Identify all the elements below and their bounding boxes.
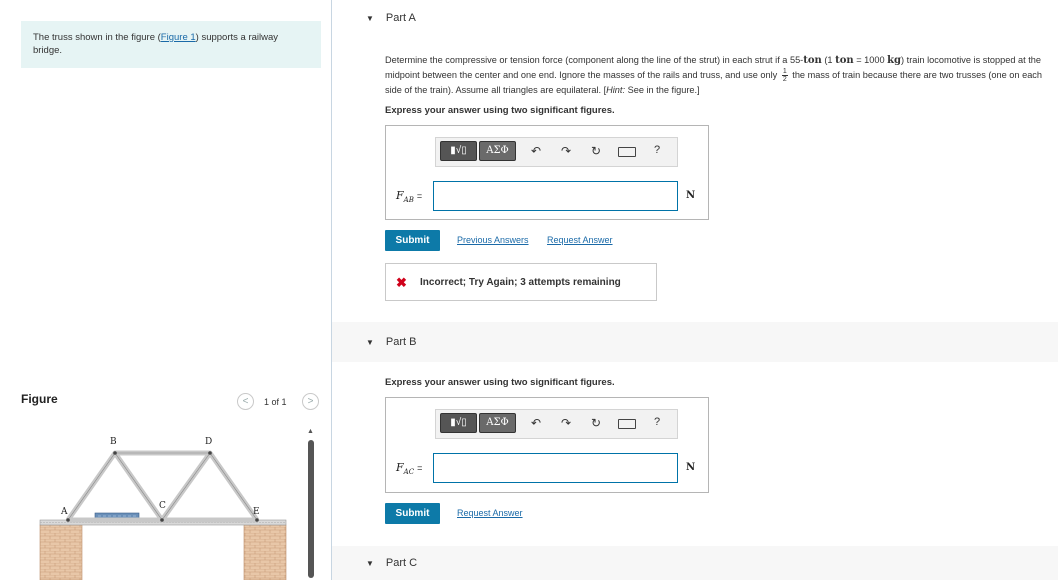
part-b-instruction: Express your answer using two significan… (385, 377, 615, 388)
label-e: E (253, 507, 260, 517)
left-pier (39, 524, 83, 580)
undo-icon[interactable]: ↶ (531, 144, 541, 158)
feedback-message: Incorrect; Try Again; 3 attempts remaini… (420, 277, 621, 288)
part-b-header[interactable]: ▼ Part B (366, 336, 417, 348)
figure-scrollbar[interactable] (308, 440, 314, 578)
part-b-answer-box: ▮√▯ ΑΣΦ ↶ ↷ ↻ ? FAC = N (385, 397, 709, 493)
part-a-instruction: Express your answer using two significan… (385, 105, 615, 116)
templates-button[interactable]: ▮√▯ (440, 141, 477, 161)
reset-icon[interactable]: ↻ (591, 144, 601, 158)
caret-down-icon: ▼ (366, 14, 374, 23)
part-c-header-band (332, 546, 1058, 580)
fab-answer-input[interactable] (433, 181, 678, 211)
previous-answers-link[interactable]: Previous Answers (457, 235, 529, 245)
variable-subscript: AB (403, 196, 414, 205)
figure-title: Figure (21, 392, 58, 406)
equals-sign: = (417, 463, 423, 473)
problem-statement: The truss shown in the figure (Figure 1)… (21, 21, 321, 68)
label-d: D (205, 437, 212, 447)
unit-label: N (686, 462, 696, 473)
submit-button-part-b[interactable]: Submit (385, 503, 440, 524)
redo-icon[interactable]: ↷ (561, 144, 571, 158)
hint-label: Hint: (606, 85, 626, 96)
chevron-right-icon: > (307, 396, 314, 407)
math-toolbar: ▮√▯ ΑΣΦ ↶ ↷ ↻ ? (435, 137, 678, 167)
label-b: B (110, 437, 117, 447)
fraction-one-half: 12 (781, 68, 788, 84)
question-text: Determine the compressive or tension for… (385, 55, 804, 65)
chevron-left-icon: < (242, 396, 249, 407)
caret-down-icon: ▼ (366, 338, 374, 347)
scroll-up-arrow-icon[interactable]: ▲ (307, 428, 314, 435)
greek-symbols-button[interactable]: ΑΣΦ (479, 141, 516, 161)
redo-icon[interactable]: ↷ (561, 416, 571, 430)
previous-figure-button[interactable]: < (237, 393, 254, 410)
request-answer-link-part-a[interactable]: Request Answer (547, 235, 613, 245)
joint-e (255, 518, 259, 522)
variable-symbol: F (396, 461, 404, 474)
joint-c (160, 518, 164, 522)
part-a-title: Part A (385, 12, 416, 24)
part-a-header[interactable]: ▼ Part A (366, 12, 416, 24)
figure-counter: 1 of 1 (264, 397, 287, 407)
part-c-title: Part C (385, 557, 418, 569)
variable-label-fab: FAB = (396, 189, 422, 204)
part-a-question: Determine the compressive or tension for… (385, 53, 1050, 98)
part-c-header[interactable]: ▼ Part C (366, 557, 417, 569)
question-text: (1 (821, 55, 836, 65)
reset-icon[interactable]: ↻ (591, 416, 601, 430)
label-a: A (60, 507, 68, 517)
unit-label: N (686, 190, 696, 201)
submit-button-part-a[interactable]: Submit (385, 230, 440, 251)
part-b-header-band (332, 322, 1058, 362)
variable-subscript: AC (403, 468, 415, 477)
variable-label-fac: FAC = (396, 461, 422, 476)
help-icon[interactable]: ? (654, 144, 660, 156)
problem-text-before: The truss shown in the figure ( (33, 32, 161, 43)
math-toolbar: ▮√▯ ΑΣΦ ↶ ↷ ↻ ? (435, 409, 678, 439)
label-c: C (159, 501, 166, 511)
keyboard-icon[interactable] (618, 147, 636, 157)
unit-kg: kg (887, 55, 902, 66)
fac-answer-input[interactable] (433, 453, 678, 483)
question-text: = 1000 (853, 55, 888, 65)
undo-icon[interactable]: ↶ (531, 416, 541, 430)
joint-a (66, 518, 70, 522)
part-b-title: Part B (385, 336, 417, 348)
joint-b (113, 451, 117, 455)
keyboard-icon[interactable] (618, 419, 636, 429)
left-panel: The truss shown in the figure (Figure 1)… (0, 0, 332, 580)
templates-button[interactable]: ▮√▯ (440, 413, 477, 433)
part-a-answer-box: ▮√▯ ΑΣΦ ↶ ↷ ↻ ? FAB = N (385, 125, 709, 220)
fraction-numerator: 1 (781, 68, 788, 77)
feedback-box: ✖ Incorrect; Try Again; 3 attempts remai… (385, 263, 657, 301)
question-text: See in the figure.] (625, 85, 700, 96)
greek-symbols-button[interactable]: ΑΣΦ (479, 413, 516, 433)
unit-ton: ton (835, 55, 854, 66)
truss-figure: A B C D E (39, 437, 287, 580)
help-icon[interactable]: ? (654, 416, 660, 428)
next-figure-button[interactable]: > (302, 393, 319, 410)
error-x-icon: ✖ (396, 275, 407, 290)
fraction-denominator: 2 (782, 76, 787, 84)
figure-link[interactable]: Figure 1 (161, 32, 196, 43)
variable-symbol: F (396, 189, 404, 202)
unit-ton: ton (803, 55, 822, 66)
joint-d (208, 451, 212, 455)
caret-down-icon: ▼ (366, 559, 374, 568)
right-pier (243, 524, 287, 580)
request-answer-link-part-b[interactable]: Request Answer (457, 508, 523, 518)
equals-sign: = (416, 191, 423, 201)
